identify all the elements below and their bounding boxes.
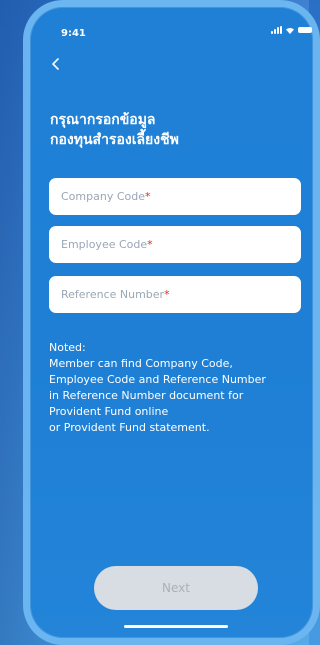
note-line: in Reference Number document for bbox=[49, 389, 244, 402]
battery-icon bbox=[298, 27, 312, 33]
page-title-line1: กรุณากรอกข้อมูล bbox=[50, 112, 156, 128]
home-indicator bbox=[124, 625, 228, 628]
reference-number-field[interactable]: Reference Number * bbox=[49, 276, 301, 313]
signal-icon bbox=[271, 26, 282, 34]
company-code-field[interactable]: Company Code * bbox=[49, 178, 301, 215]
status-icons bbox=[271, 26, 312, 34]
note-text: Noted: Member can find Company Code, Emp… bbox=[49, 340, 311, 436]
note-heading: Noted: bbox=[49, 341, 86, 354]
reference-number-placeholder: Reference Number bbox=[61, 288, 165, 301]
page-title-line2: กองทุนสำรองเลี้ยงชีพ bbox=[50, 132, 179, 148]
status-time: 9:41 bbox=[61, 28, 86, 39]
back-button[interactable] bbox=[51, 57, 63, 71]
chevron-left-icon bbox=[52, 58, 59, 70]
note-line: Member can find Company Code, bbox=[49, 357, 233, 370]
page-title: กรุณากรอกข้อมูล กองทุนสำรองเลี้ยงชีพ bbox=[50, 110, 300, 150]
required-mark: * bbox=[147, 238, 153, 251]
required-mark: * bbox=[145, 190, 151, 203]
company-code-placeholder: Company Code bbox=[61, 190, 145, 203]
wifi-icon bbox=[286, 27, 294, 34]
employee-code-field[interactable]: Employee Code * bbox=[49, 226, 301, 263]
next-button[interactable]: Next bbox=[94, 566, 258, 610]
app-screen: 9:41 กรุณากรอกข้อมูล กองทุนสำรองเลี้ยงชี… bbox=[30, 7, 320, 638]
note-line: or Provident Fund statement. bbox=[49, 421, 210, 434]
note-line: Provident Fund online bbox=[49, 405, 169, 418]
required-mark: * bbox=[164, 288, 170, 301]
employee-code-placeholder: Employee Code bbox=[61, 238, 148, 251]
note-line: Employee Code and Reference Number bbox=[49, 373, 266, 386]
